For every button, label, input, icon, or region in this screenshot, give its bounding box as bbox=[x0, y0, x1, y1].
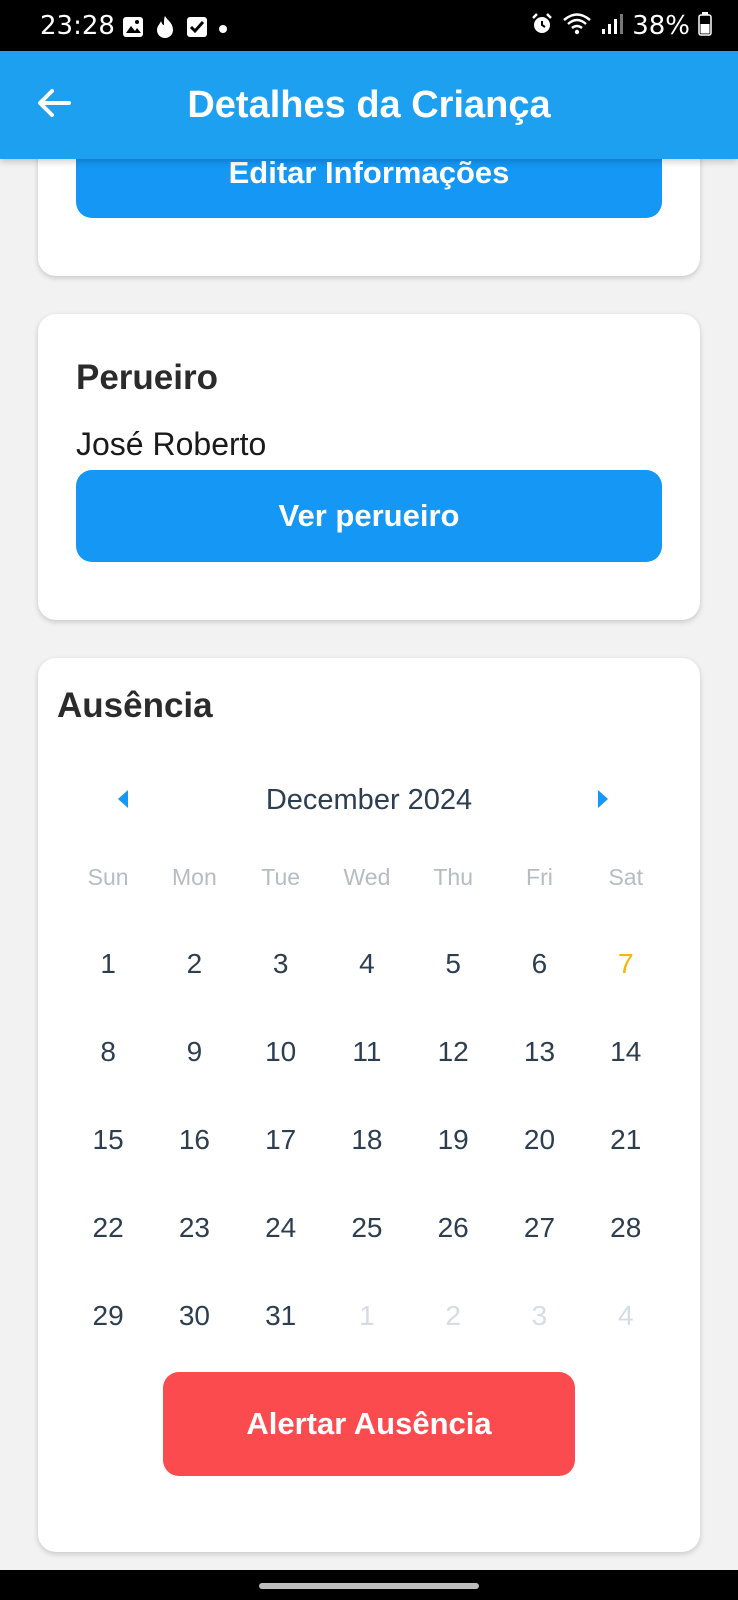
calendar-day[interactable]: 5 bbox=[410, 920, 496, 1008]
calendar-day-outside-month[interactable]: 2 bbox=[410, 1272, 496, 1360]
calendar-day[interactable]: 29 bbox=[65, 1272, 151, 1360]
calendar-header: December 2024 bbox=[38, 776, 700, 826]
home-gesture-handle[interactable] bbox=[259, 1583, 479, 1589]
view-driver-button[interactable]: Ver perueiro bbox=[76, 470, 662, 562]
calendar-weekdays: Sun Mon Tue Wed Thu Fri Sat bbox=[65, 864, 669, 891]
weekday-label: Thu bbox=[433, 864, 474, 890]
driver-name: José Roberto bbox=[76, 426, 267, 462]
weekday-label: Fri bbox=[526, 864, 553, 890]
weekday-label: Sat bbox=[608, 864, 643, 890]
wifi-icon bbox=[562, 12, 592, 41]
app-bar: Detalhes da Criança bbox=[0, 51, 738, 159]
calendar-day[interactable]: 3 bbox=[238, 920, 324, 1008]
calendar-day[interactable]: 31 bbox=[238, 1272, 324, 1360]
signal-icon bbox=[600, 12, 624, 41]
calendar-day[interactable]: 14 bbox=[583, 1008, 669, 1096]
status-time: 23:28 bbox=[40, 11, 115, 41]
calendar-day[interactable]: 30 bbox=[151, 1272, 237, 1360]
calendar-day[interactable]: 27 bbox=[496, 1184, 582, 1272]
calendar-day[interactable]: 6 bbox=[496, 920, 582, 1008]
calendar-day[interactable]: 24 bbox=[238, 1184, 324, 1272]
battery-icon bbox=[698, 11, 712, 41]
alert-absence-button[interactable]: Alertar Ausência bbox=[163, 1372, 575, 1476]
absence-heading: Ausência bbox=[57, 686, 213, 725]
notification-icons bbox=[122, 15, 228, 44]
calendar-day-today[interactable]: 7 bbox=[583, 920, 669, 1008]
calendar-day[interactable]: 25 bbox=[324, 1184, 410, 1272]
calendar-day[interactable]: 9 bbox=[151, 1008, 237, 1096]
calendar-day[interactable]: 16 bbox=[151, 1096, 237, 1184]
status-bar: 23:28 38% bbox=[0, 0, 738, 51]
calendar-day[interactable]: 28 bbox=[583, 1184, 669, 1272]
calendar-day[interactable]: 22 bbox=[65, 1184, 151, 1272]
calendar-day[interactable]: 18 bbox=[324, 1096, 410, 1184]
calendar-day[interactable]: 4 bbox=[324, 920, 410, 1008]
next-month-button[interactable] bbox=[588, 786, 618, 816]
calendar-day[interactable]: 26 bbox=[410, 1184, 496, 1272]
calendar-day[interactable]: 10 bbox=[238, 1008, 324, 1096]
system-icons: 38% bbox=[530, 11, 712, 41]
calendar-day[interactable]: 19 bbox=[410, 1096, 496, 1184]
dot-icon bbox=[218, 21, 228, 39]
calendar-day[interactable]: 13 bbox=[496, 1008, 582, 1096]
calendar-day[interactable]: 17 bbox=[238, 1096, 324, 1184]
calendar-day[interactable]: 23 bbox=[151, 1184, 237, 1272]
checkbox-icon bbox=[186, 16, 208, 43]
calendar-day[interactable]: 2 bbox=[151, 920, 237, 1008]
calendar-day[interactable]: 11 bbox=[324, 1008, 410, 1096]
calendar-day[interactable]: 1 bbox=[65, 920, 151, 1008]
calendar-day[interactable]: 12 bbox=[410, 1008, 496, 1096]
caret-right-icon bbox=[596, 789, 610, 814]
tinder-flame-icon bbox=[154, 15, 176, 44]
calendar-day-outside-month[interactable]: 1 bbox=[324, 1272, 410, 1360]
page-title: Detalhes da Criança bbox=[187, 84, 551, 126]
calendar-day-outside-month[interactable]: 3 bbox=[496, 1272, 582, 1360]
calendar-day[interactable]: 8 bbox=[65, 1008, 151, 1096]
calendar-days-grid: 1 2 3 4 5 6 7 8 9 10 11 12 13 14 15 16 17 18 19 20 21 22 23 24 2… bbox=[65, 920, 669, 1360]
alarm-icon bbox=[530, 12, 554, 41]
driver-heading: Perueiro bbox=[76, 358, 218, 397]
calendar-day[interactable]: 15 bbox=[65, 1096, 151, 1184]
calendar-day[interactable]: 21 bbox=[583, 1096, 669, 1184]
weekday-label: Mon bbox=[172, 864, 217, 890]
battery-percent: 38% bbox=[632, 11, 690, 41]
driver-card: Perueiro José Roberto Ver perueiro bbox=[38, 314, 700, 620]
calendar-day-outside-month[interactable]: 4 bbox=[583, 1272, 669, 1360]
weekday-label: Sun bbox=[87, 864, 129, 890]
absence-card: Ausência December 2024 Sun Mon Tue Wed T… bbox=[38, 658, 700, 1552]
gallery-icon bbox=[122, 16, 144, 43]
calendar-day[interactable]: 20 bbox=[496, 1096, 582, 1184]
navigation-bar bbox=[0, 1570, 738, 1600]
weekday-label: Tue bbox=[261, 864, 301, 890]
weekday-label: Wed bbox=[343, 864, 391, 890]
